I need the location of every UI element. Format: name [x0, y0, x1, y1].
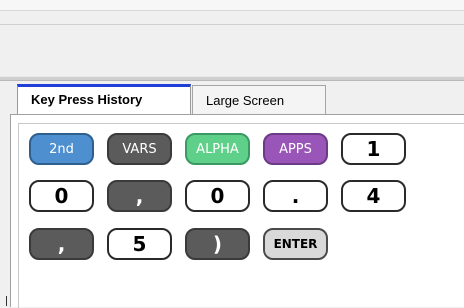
toolbar-area	[0, 24, 464, 75]
key-4[interactable]: 4	[341, 180, 406, 212]
toolbar-divider	[0, 76, 464, 81]
key-5[interactable]: 5	[107, 228, 172, 260]
tab-content: 2nd VARS ALPHA APPS 1 0 , 0 . 4 , 5 ) EN…	[10, 114, 464, 308]
key-enter[interactable]: ENTER	[263, 228, 328, 260]
key-alpha[interactable]: ALPHA	[185, 133, 250, 165]
key-comma[interactable]: ,	[29, 228, 94, 260]
key-0[interactable]: 0	[29, 180, 94, 212]
key-decimal-point[interactable]: .	[263, 180, 328, 212]
tab-key-press-history[interactable]: Key Press History	[17, 84, 191, 114]
key-2nd[interactable]: 2nd	[29, 133, 94, 165]
edge-mark	[6, 296, 7, 306]
top-strip	[0, 0, 464, 11]
key-press-history-area: 2nd VARS ALPHA APPS 1 0 , 0 . 4 , 5 ) EN…	[18, 123, 464, 308]
key-1[interactable]: 1	[341, 133, 406, 165]
key-vars[interactable]: VARS	[107, 133, 172, 165]
tab-large-screen[interactable]: Large Screen	[192, 85, 326, 114]
tab-bar: Key Press History Large Screen	[17, 84, 326, 114]
key-apps[interactable]: APPS	[263, 133, 328, 165]
history-panel: Key Press History Large Screen 2nd VARS …	[10, 84, 464, 308]
key-comma[interactable]: ,	[107, 180, 172, 212]
key-0[interactable]: 0	[185, 180, 250, 212]
key-close-paren[interactable]: )	[185, 228, 250, 260]
